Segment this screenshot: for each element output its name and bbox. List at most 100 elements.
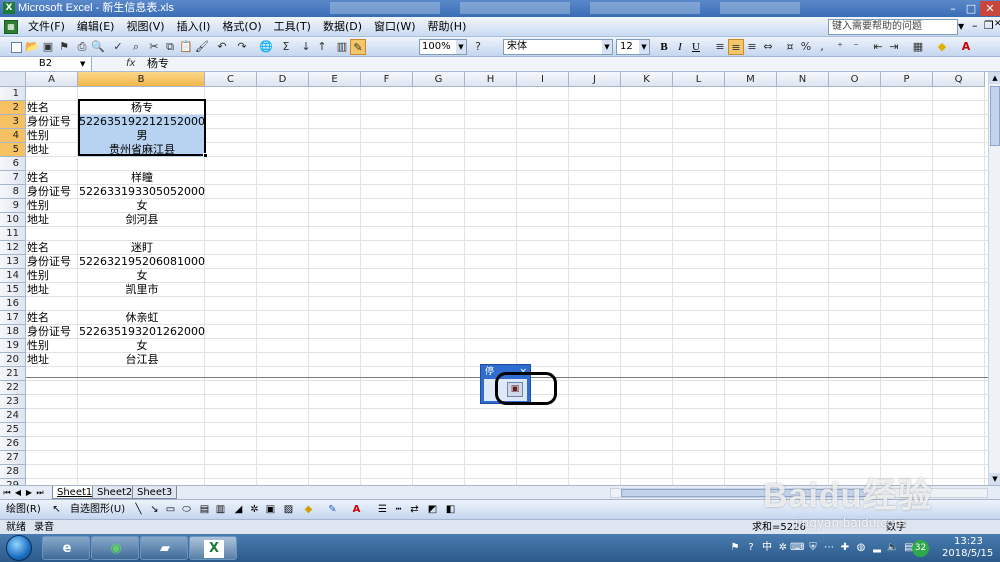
clipart-icon[interactable]: ▣ [264, 503, 277, 516]
sort-asc-icon[interactable]: ↓ [298, 39, 314, 55]
fill-color-icon[interactable]: ◆ [934, 39, 950, 55]
row-header-2[interactable]: 2 [0, 101, 26, 115]
doc-minimize-button[interactable]: – [972, 19, 978, 32]
notification-badge[interactable]: 32 [912, 540, 929, 557]
minimize-button[interactable]: – [944, 1, 962, 16]
cell-label[interactable]: 地址 [27, 213, 49, 227]
cell-label[interactable]: 姓名 [27, 241, 49, 255]
cell-value[interactable]: 522632195206081000 [79, 255, 205, 269]
cell-label[interactable]: 身份证号 [27, 325, 71, 339]
font-select[interactable]: 宋体 ▼ [503, 39, 613, 55]
help-tray-icon[interactable]: ? [744, 541, 758, 555]
row-header-6[interactable]: 6 [0, 157, 26, 171]
plus-icon[interactable]: ✚ [838, 541, 852, 555]
save-icon[interactable]: ▣ [40, 39, 56, 55]
menu-help[interactable]: 帮助(H) [422, 17, 473, 37]
cell-value[interactable]: 凯里市 [79, 283, 205, 297]
cell-label[interactable]: 姓名 [27, 101, 49, 115]
menu-window[interactable]: 窗口(W) [368, 17, 421, 37]
row-header-18[interactable]: 18 [0, 325, 26, 339]
wordart-icon[interactable]: ◢ [232, 503, 245, 516]
cell-value[interactable]: 样瞳 [79, 171, 205, 185]
ime-mode[interactable]: 中 [760, 541, 774, 555]
row-header-1[interactable]: 1 [0, 87, 26, 101]
decrease-decimal-icon[interactable]: ⁻ [848, 39, 864, 55]
cell-label[interactable]: 地址 [27, 353, 49, 367]
column-header-d[interactable]: D [257, 72, 309, 87]
menu-tools[interactable]: 工具(T) [268, 17, 317, 37]
cell-label[interactable]: 身份证号 [27, 115, 71, 129]
cell-value[interactable]: 女 [79, 339, 205, 353]
row-header-24[interactable]: 24 [0, 409, 26, 423]
column-header-g[interactable]: G [413, 72, 465, 87]
increase-indent-icon[interactable]: ⇥ [886, 39, 902, 55]
textbox-icon[interactable]: ▤ [198, 503, 211, 516]
column-header-i[interactable]: I [517, 72, 569, 87]
zoom-select[interactable]: 100% ▼ [419, 39, 467, 55]
align-right-icon[interactable]: ≡ [744, 39, 760, 55]
last-sheet-icon[interactable]: ⏭ [35, 486, 45, 500]
currency-icon[interactable]: ¤ [782, 39, 798, 55]
align-center-icon[interactable]: ≡ [728, 39, 744, 55]
row-header-7[interactable]: 7 [0, 171, 26, 185]
column-header-n[interactable]: N [777, 72, 829, 87]
draw-menu-button[interactable]: 绘图(R) [6, 500, 41, 520]
column-header-c[interactable]: C [205, 72, 257, 87]
merge-center-icon[interactable]: ⇔ [760, 39, 776, 55]
fill-handle[interactable] [203, 153, 208, 158]
help-icon[interactable]: ? [470, 39, 486, 55]
cell-value[interactable]: 522635193201262000 [79, 325, 205, 339]
row-header-15[interactable]: 15 [0, 283, 26, 297]
taskbar-explorer[interactable]: ▰ [140, 536, 188, 560]
excel-app-icon[interactable]: X [3, 2, 15, 14]
vertical-scrollbar[interactable]: ▲ ▼ [988, 72, 1000, 485]
print-preview-icon[interactable]: 🔍 [90, 39, 106, 55]
horizontal-scroll-thumb[interactable] [621, 489, 871, 497]
cut-icon[interactable]: ✂ [146, 39, 162, 55]
help-dropdown-icon[interactable]: ▼ [958, 19, 968, 35]
column-header-k[interactable]: K [621, 72, 673, 87]
bold-button[interactable]: B [656, 39, 672, 55]
paste-icon[interactable]: 📋 [178, 39, 194, 55]
cell-label[interactable]: 性别 [27, 269, 49, 283]
cell-label[interactable]: 姓名 [27, 171, 49, 185]
row-header-14[interactable]: 14 [0, 269, 26, 283]
dots-icon[interactable]: ⋯ [822, 541, 836, 555]
row-header-26[interactable]: 26 [0, 437, 26, 451]
cell-value[interactable]: 休亲虹 [79, 311, 205, 325]
chevron-down-icon[interactable]: ▼ [80, 57, 85, 71]
underline-button[interactable]: U [688, 39, 704, 55]
column-header-a[interactable]: A [26, 72, 78, 87]
cell-label[interactable]: 身份证号 [27, 255, 71, 269]
row-header-19[interactable]: 19 [0, 339, 26, 353]
row-header-4[interactable]: 4 [0, 129, 26, 143]
horizontal-scrollbar[interactable] [610, 488, 988, 498]
row-header-9[interactable]: 9 [0, 199, 26, 213]
rectangle-icon[interactable]: ▭ [164, 503, 177, 516]
scroll-down-icon[interactable]: ▼ [989, 473, 1000, 485]
row-header-12[interactable]: 12 [0, 241, 26, 255]
column-header-j[interactable]: J [569, 72, 621, 87]
shadow-icon[interactable]: ◩ [426, 503, 439, 516]
close-button[interactable]: ✕ [980, 1, 1000, 16]
row-header-17[interactable]: 17 [0, 311, 26, 325]
cell-label[interactable]: 性别 [27, 339, 49, 353]
first-sheet-icon[interactable]: ⏮ [2, 486, 12, 500]
name-box[interactable]: B2 [0, 57, 92, 71]
prev-sheet-icon[interactable]: ◀ [13, 486, 23, 500]
increase-decimal-icon[interactable]: ⁺ [832, 39, 848, 55]
taskbar-excel[interactable]: X [189, 536, 237, 560]
line-color-icon[interactable]: ✎ [326, 503, 339, 516]
italic-button[interactable]: I [672, 39, 688, 55]
menu-view[interactable]: 视图(V) [120, 17, 170, 37]
doc-close-button[interactable]: ✕ [994, 19, 1000, 29]
cell-value[interactable]: 女 [79, 269, 205, 283]
row-header-23[interactable]: 23 [0, 395, 26, 409]
vertical-scroll-thumb[interactable] [990, 86, 1000, 146]
cell-value[interactable]: 台江县 [79, 353, 205, 367]
column-header-l[interactable]: L [673, 72, 725, 87]
redo-icon[interactable]: ↷ [234, 39, 250, 55]
help-search-input[interactable]: 键入需要帮助的问题 [828, 19, 958, 35]
column-header-o[interactable]: O [829, 72, 881, 87]
column-header-q[interactable]: Q [933, 72, 985, 87]
